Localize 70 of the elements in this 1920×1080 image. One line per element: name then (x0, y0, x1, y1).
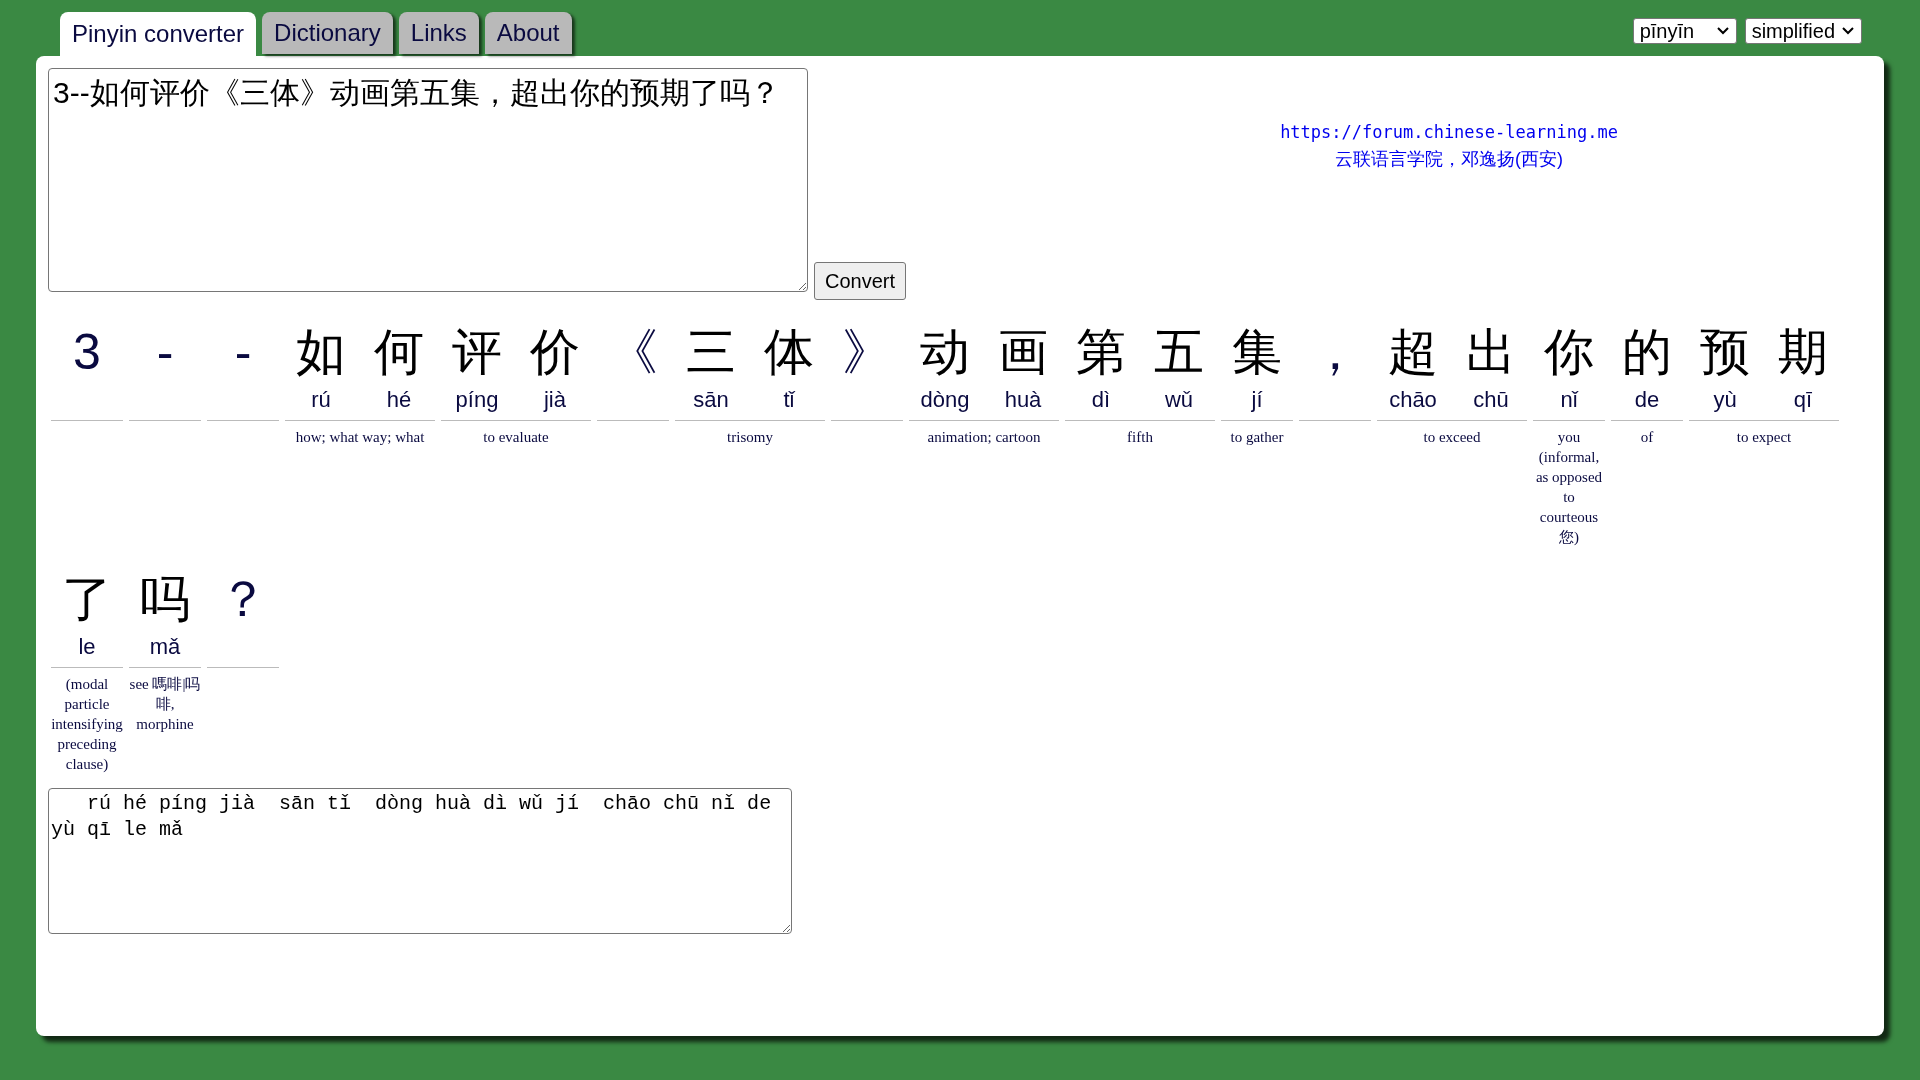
hanzi: 如 (296, 323, 346, 382)
pinyin: rú (311, 386, 331, 414)
hanzi: 超 (1388, 323, 1438, 382)
hanzi: 五 (1154, 323, 1204, 382)
hanzi: 吗 (140, 570, 190, 629)
tab[interactable]: Dictionary (262, 12, 393, 54)
definition: to exceed (1422, 428, 1482, 447)
symbol: 》 (842, 323, 892, 382)
convert-button[interactable]: Convert (814, 262, 907, 300)
pinyin: chū (1473, 386, 1509, 414)
hanzi: 三 (686, 323, 736, 382)
symbol: 3 (73, 323, 101, 382)
caret-icon (1841, 26, 1855, 36)
pinyin: píng (455, 386, 499, 414)
pinyin: huà (1004, 386, 1042, 414)
definition: you (informal, as opposed to courteous 您) (1534, 428, 1604, 547)
pinyin: qī (1793, 386, 1813, 414)
tab[interactable]: Links (398, 12, 479, 54)
definition: how; what way; what (294, 428, 426, 447)
symbol: ， (1310, 323, 1360, 382)
pinyin: de (1634, 386, 1660, 414)
pinyin: jià (544, 386, 566, 414)
pinyin: dòng (920, 386, 970, 414)
hanzi: 期 (1778, 323, 1828, 382)
hanzi: 动 (920, 323, 970, 382)
pinyin: sān (693, 386, 729, 414)
author-credit: 云联语言学院，邓逸扬(西安) (1335, 147, 1563, 171)
hanzi: 预 (1700, 323, 1750, 382)
definition: fifth (1126, 428, 1154, 447)
definition: to gather (1229, 428, 1285, 447)
hanzi: 画 (998, 323, 1048, 382)
pinyin: nǐ (1560, 386, 1578, 414)
pinyin: tǐ (783, 386, 795, 414)
hanzi: 第 (1076, 323, 1126, 382)
pinyin: dì (1091, 386, 1111, 414)
pinyin: jí (1251, 386, 1263, 414)
tab[interactable]: Pinyin converter (60, 12, 257, 56)
pinyin: chāo (1389, 386, 1437, 414)
forum-link[interactable]: https://forum.chinese-learning.me (1280, 120, 1618, 146)
definition: (modal particle intensifying preceding clause) (51, 675, 123, 774)
hanzi: 价 (530, 323, 580, 382)
caret-icon (1715, 26, 1730, 36)
definition: trisomy (726, 428, 774, 447)
hanzi: 集 (1232, 323, 1282, 382)
pinyin: yù (1713, 386, 1737, 414)
definition: animation; cartoon (926, 428, 1042, 447)
pinyin: wǔ (1164, 386, 1194, 414)
definition: to expect (1735, 428, 1793, 447)
hanzi: 的 (1622, 323, 1672, 382)
definition: of (1639, 428, 1655, 447)
hanzi: 出 (1466, 323, 1516, 382)
hanzi: 何 (374, 323, 424, 382)
symbol: - (234, 323, 252, 382)
hanzi: 评 (452, 323, 502, 382)
hanzi: 你 (1544, 323, 1594, 382)
definition: see 嗎啡|吗啡, morphine (129, 675, 201, 734)
dropdown[interactable]: simplified (1744, 18, 1862, 44)
pinyin: mǎ (149, 633, 181, 661)
input-field[interactable]: 3--如何评价《三体》动画第五集，超出你的预期了吗？ (48, 68, 808, 292)
symbol: 《 (608, 323, 658, 382)
pinyin: hé (386, 386, 412, 414)
hanzi: 体 (764, 323, 814, 382)
pinyin: le (78, 633, 96, 661)
dropdown[interactable]: pīnyīn (1632, 18, 1737, 44)
definition: to evaluate (482, 428, 550, 447)
symbol: ？ (218, 570, 268, 629)
output-field[interactable]: rú hé píng jià sān tǐ dòng huà dì wǔ jí chāo chū nǐ de yù qī le mǎ (48, 788, 792, 934)
symbol: - (156, 323, 174, 382)
hanzi: 了 (62, 570, 112, 629)
tab[interactable]: About (484, 12, 572, 54)
